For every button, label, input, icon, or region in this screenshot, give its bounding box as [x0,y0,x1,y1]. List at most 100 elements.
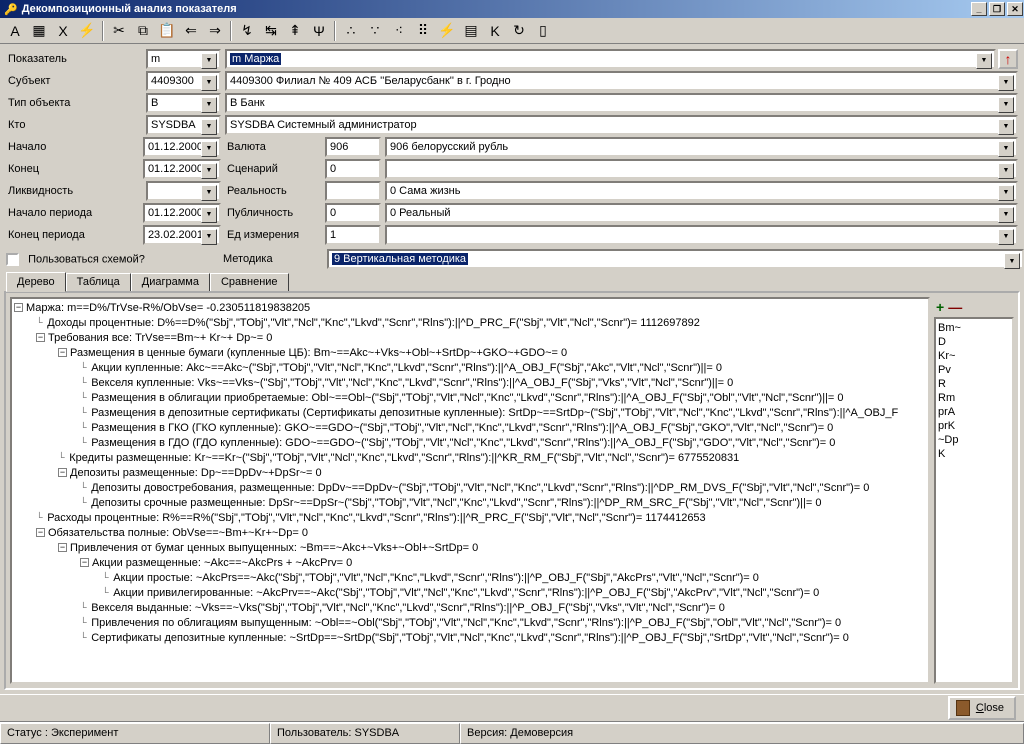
close-button[interactable]: Close [948,696,1016,720]
side-item[interactable]: K [938,447,1010,461]
font-icon[interactable]: A [4,20,26,42]
code-input-4[interactable]: 1 [325,225,381,245]
dots1-icon[interactable]: ∴ [340,20,362,42]
tree-node[interactable]: −Депозиты размещенные: Dp~==DpDv~+DpSr~=… [14,466,926,481]
titlebar: 🔑 Декомпозиционный анализ показателя _ ❐… [0,0,1024,18]
tree2-icon[interactable]: ↹ [260,20,282,42]
tree-node[interactable]: └ Размещения в ГКО (ГКО купленные): GKO~… [14,421,926,436]
back-icon[interactable]: ⇐ [180,20,202,42]
desc-combo-2[interactable]: 0 Сама жизнь [385,181,1018,201]
tree-node[interactable]: −Привлечения от бумаг ценных выпущенных:… [14,541,926,556]
go-up-button[interactable]: ↑ [998,49,1018,69]
field-combo-6[interactable] [146,181,221,201]
side-item[interactable]: Bm~ [938,321,1010,335]
right-combo-3[interactable]: SYSDBA Системный администратор [225,115,1018,135]
code-input-1[interactable]: 0 [325,159,381,179]
field-label: Ликвидность [6,185,146,197]
copy-icon[interactable]: ⧉ [132,20,154,42]
cut-icon[interactable]: ✂ [108,20,130,42]
side-item[interactable]: Kr~ [938,349,1010,363]
field-combo-5[interactable]: 01.12.2000 [143,159,221,179]
excel-icon[interactable]: X [52,20,74,42]
field-label: Начало периода [6,207,143,219]
tree-node[interactable]: └ Акции привилегированные: ~AkcPrv==~Akc… [14,586,926,601]
side-item[interactable]: D [938,335,1010,349]
side-item[interactable]: prK [938,419,1010,433]
tree-node[interactable]: └ Векселя купленные: Vks~==Vks~("Sbj","T… [14,376,926,391]
field-combo-3[interactable]: SYSDBA [146,115,221,135]
tree-node[interactable]: └ Кредиты размещенные: Kr~==Kr~("Sbj","T… [14,451,926,466]
desc-combo-4[interactable] [385,225,1018,245]
sub-label: Публичность [225,207,325,219]
field-combo-7[interactable]: 01.12.2000 [143,203,221,223]
tree-node[interactable]: −Требования все: TrVse==Bm~+ Kr~+ Dp~= 0 [14,331,926,346]
k-icon[interactable]: K [484,20,506,42]
field-combo-0[interactable]: m [146,49,221,69]
bolt-icon[interactable]: ⚡ [436,20,458,42]
tab-1[interactable]: Таблица [66,273,131,293]
use-scheme-checkbox[interactable] [6,253,19,266]
tree-node[interactable]: └ Акции купленные: Akc~==Akc~("Sbj","TOb… [14,361,926,376]
side-item[interactable]: ~Dp [938,433,1010,447]
status-left: Статус : Эксперимент [0,723,270,744]
dots2-icon[interactable]: ∵ [364,20,386,42]
zap-icon[interactable]: ⚡ [76,20,98,42]
tree-pane[interactable]: −Маржа: m==D%/TrVse-R%/ObVse= -0.2305118… [10,297,930,684]
calendar-icon[interactable]: ▤ [460,20,482,42]
side-item[interactable]: prA [938,405,1010,419]
field-combo-2[interactable]: B [146,93,221,113]
paste-icon[interactable]: 📋 [156,20,178,42]
fork-icon[interactable]: Ψ [308,20,330,42]
film-icon[interactable]: ▯ [532,20,554,42]
sub-label: Сценарий [225,163,325,175]
tree-node[interactable]: └ Доходы процентные: D%==D%("Sbj","TObj"… [14,316,926,331]
tree-node[interactable]: └ Привлечения по облигациям выпущенным: … [14,616,926,631]
desc-combo-1[interactable] [385,159,1018,179]
tree-node[interactable]: └ Размещения в облигации приобретаемые: … [14,391,926,406]
desc-combo-3[interactable]: 0 Реальный [385,203,1018,223]
right-combo-0[interactable]: m Маржа [225,49,996,69]
maximize-button[interactable]: ❐ [989,2,1005,16]
tree-node[interactable]: └ Размещения в депозитные сертификаты (С… [14,406,926,421]
field-combo-1[interactable]: 4409300 [146,71,221,91]
code-input-0[interactable]: 906 [325,137,381,157]
tree-node[interactable]: −Маржа: m==D%/TrVse-R%/ObVse= -0.2305118… [14,301,926,316]
tab-0[interactable]: Дерево [6,272,66,292]
tree-node[interactable]: └ Депозиты довострeбования, размещенные:… [14,481,926,496]
methodika-combo[interactable]: 9 Вертикальная методика [327,249,1024,269]
field-combo-8[interactable]: 23.02.2001 [143,225,221,245]
tree-node[interactable]: └ Акции простые: ~AkcPrs==~Akc("Sbj","TO… [14,571,926,586]
desc-combo-0[interactable]: 906 белорусский рубль [385,137,1018,157]
code-input-3[interactable]: 0 [325,203,381,223]
sub-label: Валюта [225,141,325,153]
calculator-icon[interactable]: ▦ [28,20,50,42]
side-item[interactable]: R [938,377,1010,391]
field-combo-4[interactable]: 01.12.2000 [143,137,221,157]
right-combo-1[interactable]: 4409300 Филиал № 409 АСБ ''Беларусбанк''… [225,71,1018,91]
close-window-button[interactable]: ✕ [1007,2,1023,16]
forward-icon[interactable]: ⇒ [204,20,226,42]
tree-node[interactable]: −Акции размещенные: ~Akc==~AkcPrs + ~Akc… [14,556,926,571]
tree3-icon[interactable]: ⇞ [284,20,306,42]
expand-icon[interactable]: + [936,299,944,315]
tree-node[interactable]: └ Депозиты срочные размещенные: DpSr~==D… [14,496,926,511]
collapse-icon[interactable]: — [948,299,962,315]
minimize-button[interactable]: _ [971,2,987,16]
code-input-2[interactable] [325,181,381,201]
side-item[interactable]: Pv [938,363,1010,377]
tab-2[interactable]: Диаграмма [131,273,210,293]
tree-node[interactable]: −Обязательства полные: ObVse==~Bm+~Kr+~D… [14,526,926,541]
side-list[interactable]: Bm~DKr~PvRRmprAprK~DpK [934,317,1014,684]
tree1-icon[interactable]: ↯ [236,20,258,42]
side-item[interactable]: Rm [938,391,1010,405]
refresh-icon[interactable]: ↻ [508,20,530,42]
dots3-icon[interactable]: ⁖ [388,20,410,42]
tree-node[interactable]: └ Размещения в ГДО (ГДО купленные): GDO~… [14,436,926,451]
tree-node[interactable]: └ Сертификаты депозитные купленные: ~Srt… [14,631,926,646]
tree-node[interactable]: −Размещения в ценные бумаги (купленные Ц… [14,346,926,361]
right-combo-2[interactable]: B Банк [225,93,1018,113]
tab-3[interactable]: Сравнение [210,273,289,293]
tree-node[interactable]: └ Расходы процентные: R%==R%("Sbj","TObj… [14,511,926,526]
tree-node[interactable]: └ Векселя выданные: ~Vks==~Vks("Sbj","TO… [14,601,926,616]
dots4-icon[interactable]: ⠿ [412,20,434,42]
